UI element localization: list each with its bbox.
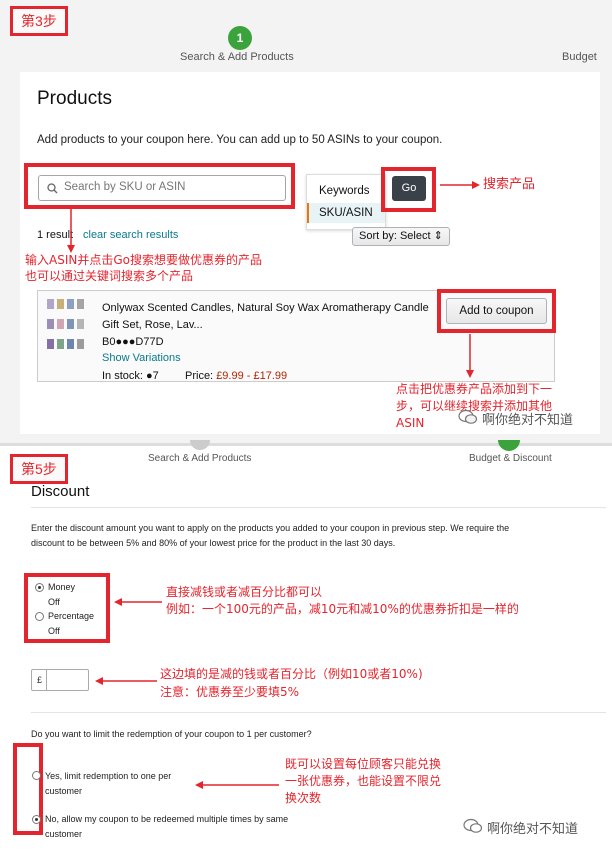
percentage-radio[interactable] [35, 612, 44, 621]
money-label[interactable]: Money [48, 582, 75, 592]
section-title: Discount [31, 483, 90, 500]
search-input[interactable]: Search by SKU or ASIN [38, 175, 286, 201]
annotation-arrow [195, 781, 279, 789]
annotation-arrow [95, 677, 157, 685]
step-tag: 第5步 [10, 454, 68, 484]
option-sku-asin-label: SKU/ASIN [319, 207, 373, 219]
limit-yes-label-1[interactable]: Yes, limit redemption to one per [45, 771, 171, 781]
limit-question: Do you want to limit the redemption of y… [31, 729, 312, 739]
stepper-step2-label[interactable]: Budget & Discount [469, 453, 552, 464]
stock-info: In stock: ●7 [102, 370, 159, 382]
discount-amount-field[interactable]: £ [31, 669, 89, 691]
annotation-amount-1: 这边填的是减的钱或者百分比（例如10或者10%) [160, 667, 423, 681]
stepper-step1-label[interactable]: Search & Add Products [148, 453, 251, 464]
annotation-limit-2: 一张优惠券，也能设置不限兑 [285, 774, 442, 788]
search-placeholder: Search by SKU or ASIN [64, 181, 186, 193]
search-type-dropdown[interactable]: Keywords SKU/ASIN [306, 174, 386, 230]
price-value: £9.99 - £17.99 [216, 370, 288, 382]
price-label: Price: [185, 370, 217, 382]
annotation-add-1: 点击把优惠券产品添加到下一 [396, 382, 553, 396]
annotation-input-asin-1: 输入ASIN并点击Go搜索想要做优惠券的产品 [25, 253, 262, 267]
step3-panel: 第3步 1 Search & Add Products Budget Produ… [0, 0, 612, 443]
price-info: Price: £9.99 - £17.99 [185, 370, 287, 382]
divider [31, 507, 606, 508]
limit-no-label-2[interactable]: customer [45, 829, 82, 839]
limit-no-radio[interactable] [32, 815, 41, 824]
annotation-discount-1: 直接减钱或者减百分比都可以 [166, 585, 323, 599]
step-circle-2 [498, 440, 520, 451]
annotation-arrow [466, 334, 474, 378]
annotation-arrow [67, 209, 75, 253]
product-title-line2[interactable]: Gift Set, Rose, Lav... [102, 319, 203, 331]
discount-description-2: discount to be between 5% and 80% of you… [31, 538, 396, 548]
limit-no-label-1[interactable]: No, allow my coupon to be redeemed multi… [45, 814, 288, 824]
wechat-icon [463, 818, 483, 834]
annotation-limit-3: 换次数 [285, 791, 322, 805]
clear-search-link[interactable]: clear search results [83, 229, 178, 241]
percentage-label[interactable]: Percentage [48, 611, 94, 621]
product-thumbnail [45, 297, 91, 355]
watermark-text: 啊你绝对不知道 [487, 822, 579, 837]
percentage-state: Off [48, 626, 60, 636]
show-variations-link[interactable]: Show Variations [102, 352, 181, 364]
stepper-step2-label[interactable]: Budget [562, 51, 597, 63]
product-asin: B0●●●D77D [102, 336, 164, 348]
divider [31, 712, 606, 713]
field-separator [46, 670, 47, 690]
annotation-arrow [114, 598, 162, 606]
currency-symbol: £ [37, 675, 43, 685]
page-title: Products [37, 88, 112, 109]
sort-label: Sort by: [359, 230, 397, 242]
stepper-step1-label[interactable]: Search & Add Products [180, 51, 294, 63]
step-circle-1 [190, 440, 210, 450]
annotation-search-products: 搜索产品 [483, 177, 536, 192]
limit-yes-label-2[interactable]: customer [45, 786, 82, 796]
annotation-amount-2: 注意：优惠券至少要填5% [160, 685, 300, 699]
watermark-text: 啊你绝对不知道 [482, 413, 574, 428]
go-button[interactable]: Go [392, 176, 426, 201]
discount-description-1: Enter the discount amount you want to ap… [31, 523, 510, 533]
add-to-coupon-button[interactable]: Add to coupon [446, 298, 547, 324]
sort-value: Select ⇕ [399, 230, 443, 242]
limit-yes-radio[interactable] [32, 771, 41, 780]
search-icon [47, 181, 58, 194]
step-number-badge: 1 [228, 26, 252, 50]
sort-select[interactable]: Sort by: Select ⇕ [352, 227, 450, 246]
stock-value: ●7 [146, 370, 159, 382]
step5-panel: 第5步 Search & Add Products Budget & Disco… [0, 440, 612, 852]
money-radio[interactable] [35, 583, 44, 592]
option-sku-asin[interactable]: SKU/ASIN [307, 203, 385, 223]
annotation-arrow [440, 181, 480, 189]
annotation-input-asin-2: 也可以通过关键词搜索多个产品 [25, 269, 194, 283]
annotation-limit-1: 既可以设置每位顾客只能兑换 [285, 757, 442, 771]
stock-label: In stock: [102, 370, 147, 382]
option-keywords[interactable]: Keywords [319, 185, 370, 197]
money-state: Off [48, 597, 60, 607]
step-tag: 第3步 [10, 6, 68, 36]
product-title-line1[interactable]: Onlywax Scented Candles, Natural Soy Wax… [102, 302, 429, 314]
annotation-discount-2: 例如：一个100元的产品，减10元和减10%的优惠券折扣是一样的 [166, 602, 519, 616]
products-description: Add products to your coupon here. You ca… [37, 134, 443, 146]
annotation-add-3: ASIN [396, 416, 425, 430]
wechat-icon [458, 409, 478, 425]
